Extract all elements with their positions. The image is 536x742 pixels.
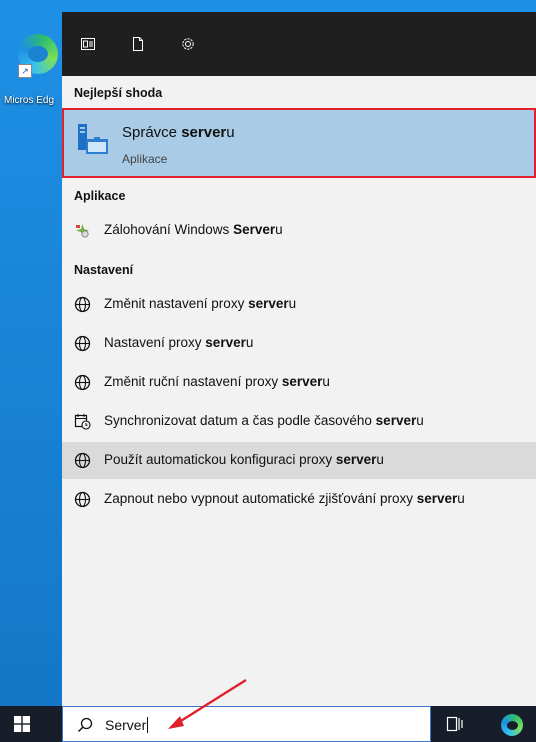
setting-item-label: Nastavení proxy serveru xyxy=(104,335,254,350)
globe-icon xyxy=(74,296,91,313)
document-icon[interactable] xyxy=(130,36,146,52)
setting-item-auto-proxy-config[interactable]: Použít automatickou konfiguraci proxy se… xyxy=(62,442,536,479)
search-icon xyxy=(78,717,93,732)
setting-item-auto-detect-proxy[interactable]: Zapnout nebo vypnout automatické zjišťov… xyxy=(62,481,536,518)
setting-item-proxy-settings[interactable]: Nastavení proxy serveru xyxy=(62,325,536,362)
server-manager-icon xyxy=(78,124,108,154)
search-input[interactable]: Server xyxy=(105,717,149,733)
task-view-icon[interactable] xyxy=(446,716,464,732)
edge-taskbar-icon[interactable] xyxy=(501,714,523,736)
globe-icon xyxy=(74,452,91,469)
globe-icon xyxy=(74,335,91,352)
globe-icon xyxy=(74,374,91,391)
globe-icon xyxy=(74,491,91,508)
best-match-title: Správce serveru xyxy=(122,124,235,141)
start-search-panel: Nejlepší shoda Správce serveru Aplikace … xyxy=(62,12,536,706)
settings-header: Nastavení xyxy=(74,263,134,277)
best-match-header: Nejlepší shoda xyxy=(74,86,163,100)
taskbar-search-box[interactable]: Server xyxy=(62,706,431,742)
setting-item-label: Použít automatickou konfiguraci proxy se… xyxy=(104,452,384,467)
desktop-icon-label: Micros Edg xyxy=(4,95,55,106)
setting-item-change-proxy[interactable]: Změnit nastavení proxy serveru xyxy=(62,286,536,323)
text-caret xyxy=(147,717,149,733)
setting-item-time-sync[interactable]: Synchronizovat datum a čas podle časovéh… xyxy=(62,403,536,440)
windows-start-icon[interactable] xyxy=(14,716,30,732)
best-match-item-server-manager[interactable]: Správce serveru Aplikace xyxy=(62,108,536,178)
setting-item-label: Změnit ruční nastavení proxy serveru xyxy=(104,374,330,389)
app-item-label: Zálohování Windows Serveru xyxy=(104,222,283,237)
setting-item-label: Zapnout nebo vypnout automatické zjišťov… xyxy=(104,491,465,506)
edge-desktop-shortcut[interactable]: ↗ xyxy=(18,34,62,78)
shortcut-arrow-icon: ↗ xyxy=(18,64,32,78)
calendar-clock-icon xyxy=(74,414,91,430)
setting-item-label: Změnit nastavení proxy serveru xyxy=(104,296,297,311)
best-match-type: Aplikace xyxy=(122,152,168,166)
search-filter-bar xyxy=(62,12,536,76)
apps-header: Aplikace xyxy=(74,189,126,203)
gear-icon[interactable] xyxy=(180,36,196,52)
setting-item-manual-proxy[interactable]: Změnit ruční nastavení proxy serveru xyxy=(62,364,536,401)
setting-item-label: Synchronizovat datum a čas podle časovéh… xyxy=(104,413,424,428)
app-item-windows-server-backup[interactable]: Zálohování Windows Serveru xyxy=(62,212,536,249)
backup-icon xyxy=(76,224,89,238)
document-list-icon[interactable] xyxy=(80,36,96,52)
taskbar: Server xyxy=(0,706,536,742)
